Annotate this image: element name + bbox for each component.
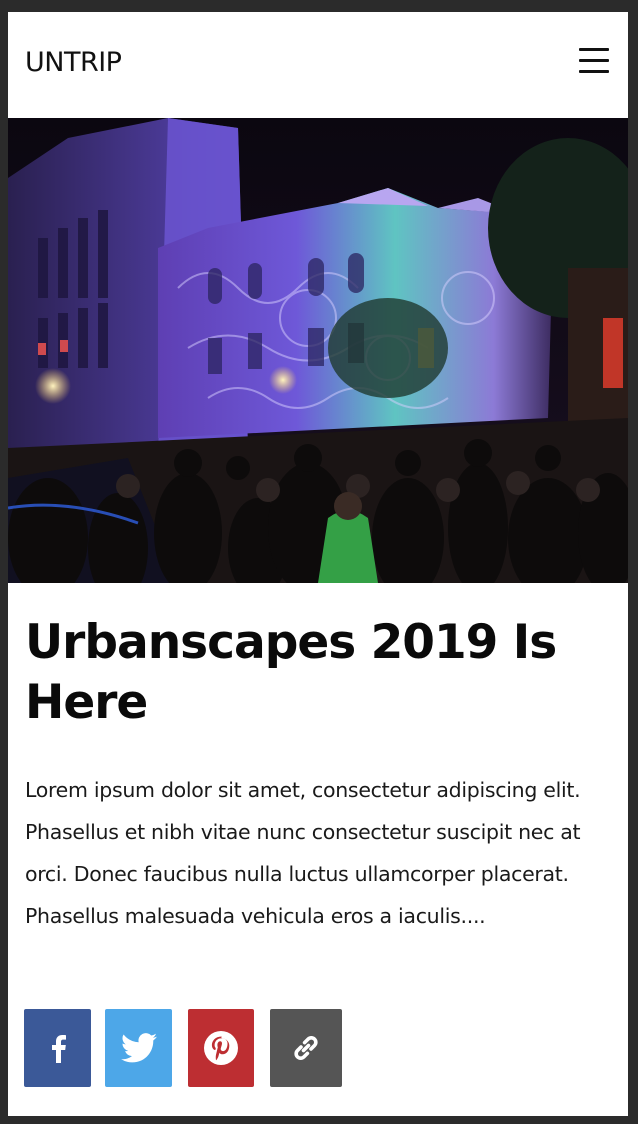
hero-image bbox=[8, 118, 628, 583]
page-frame: UNTRIP Urbanscapes 2019 Is Here Lorem ip… bbox=[8, 12, 628, 1116]
link-icon bbox=[294, 1035, 318, 1061]
twitter-icon bbox=[120, 1033, 157, 1063]
pinterest-share-button[interactable] bbox=[188, 1009, 254, 1087]
copy-link-button[interactable] bbox=[270, 1009, 342, 1087]
site-logo[interactable]: UNTRIP bbox=[25, 45, 122, 81]
facebook-share-button[interactable] bbox=[24, 1009, 91, 1087]
facebook-icon bbox=[51, 1035, 66, 1063]
pinterest-icon bbox=[204, 1031, 238, 1065]
hamburger-icon[interactable] bbox=[576, 46, 612, 76]
twitter-share-button[interactable] bbox=[105, 1009, 172, 1087]
article-excerpt: Lorem ipsum dolor sit amet, consectetur … bbox=[25, 778, 581, 928]
article-title[interactable]: Urbanscapes 2019 Is Here bbox=[25, 613, 615, 733]
site-header: UNTRIP bbox=[8, 12, 628, 118]
